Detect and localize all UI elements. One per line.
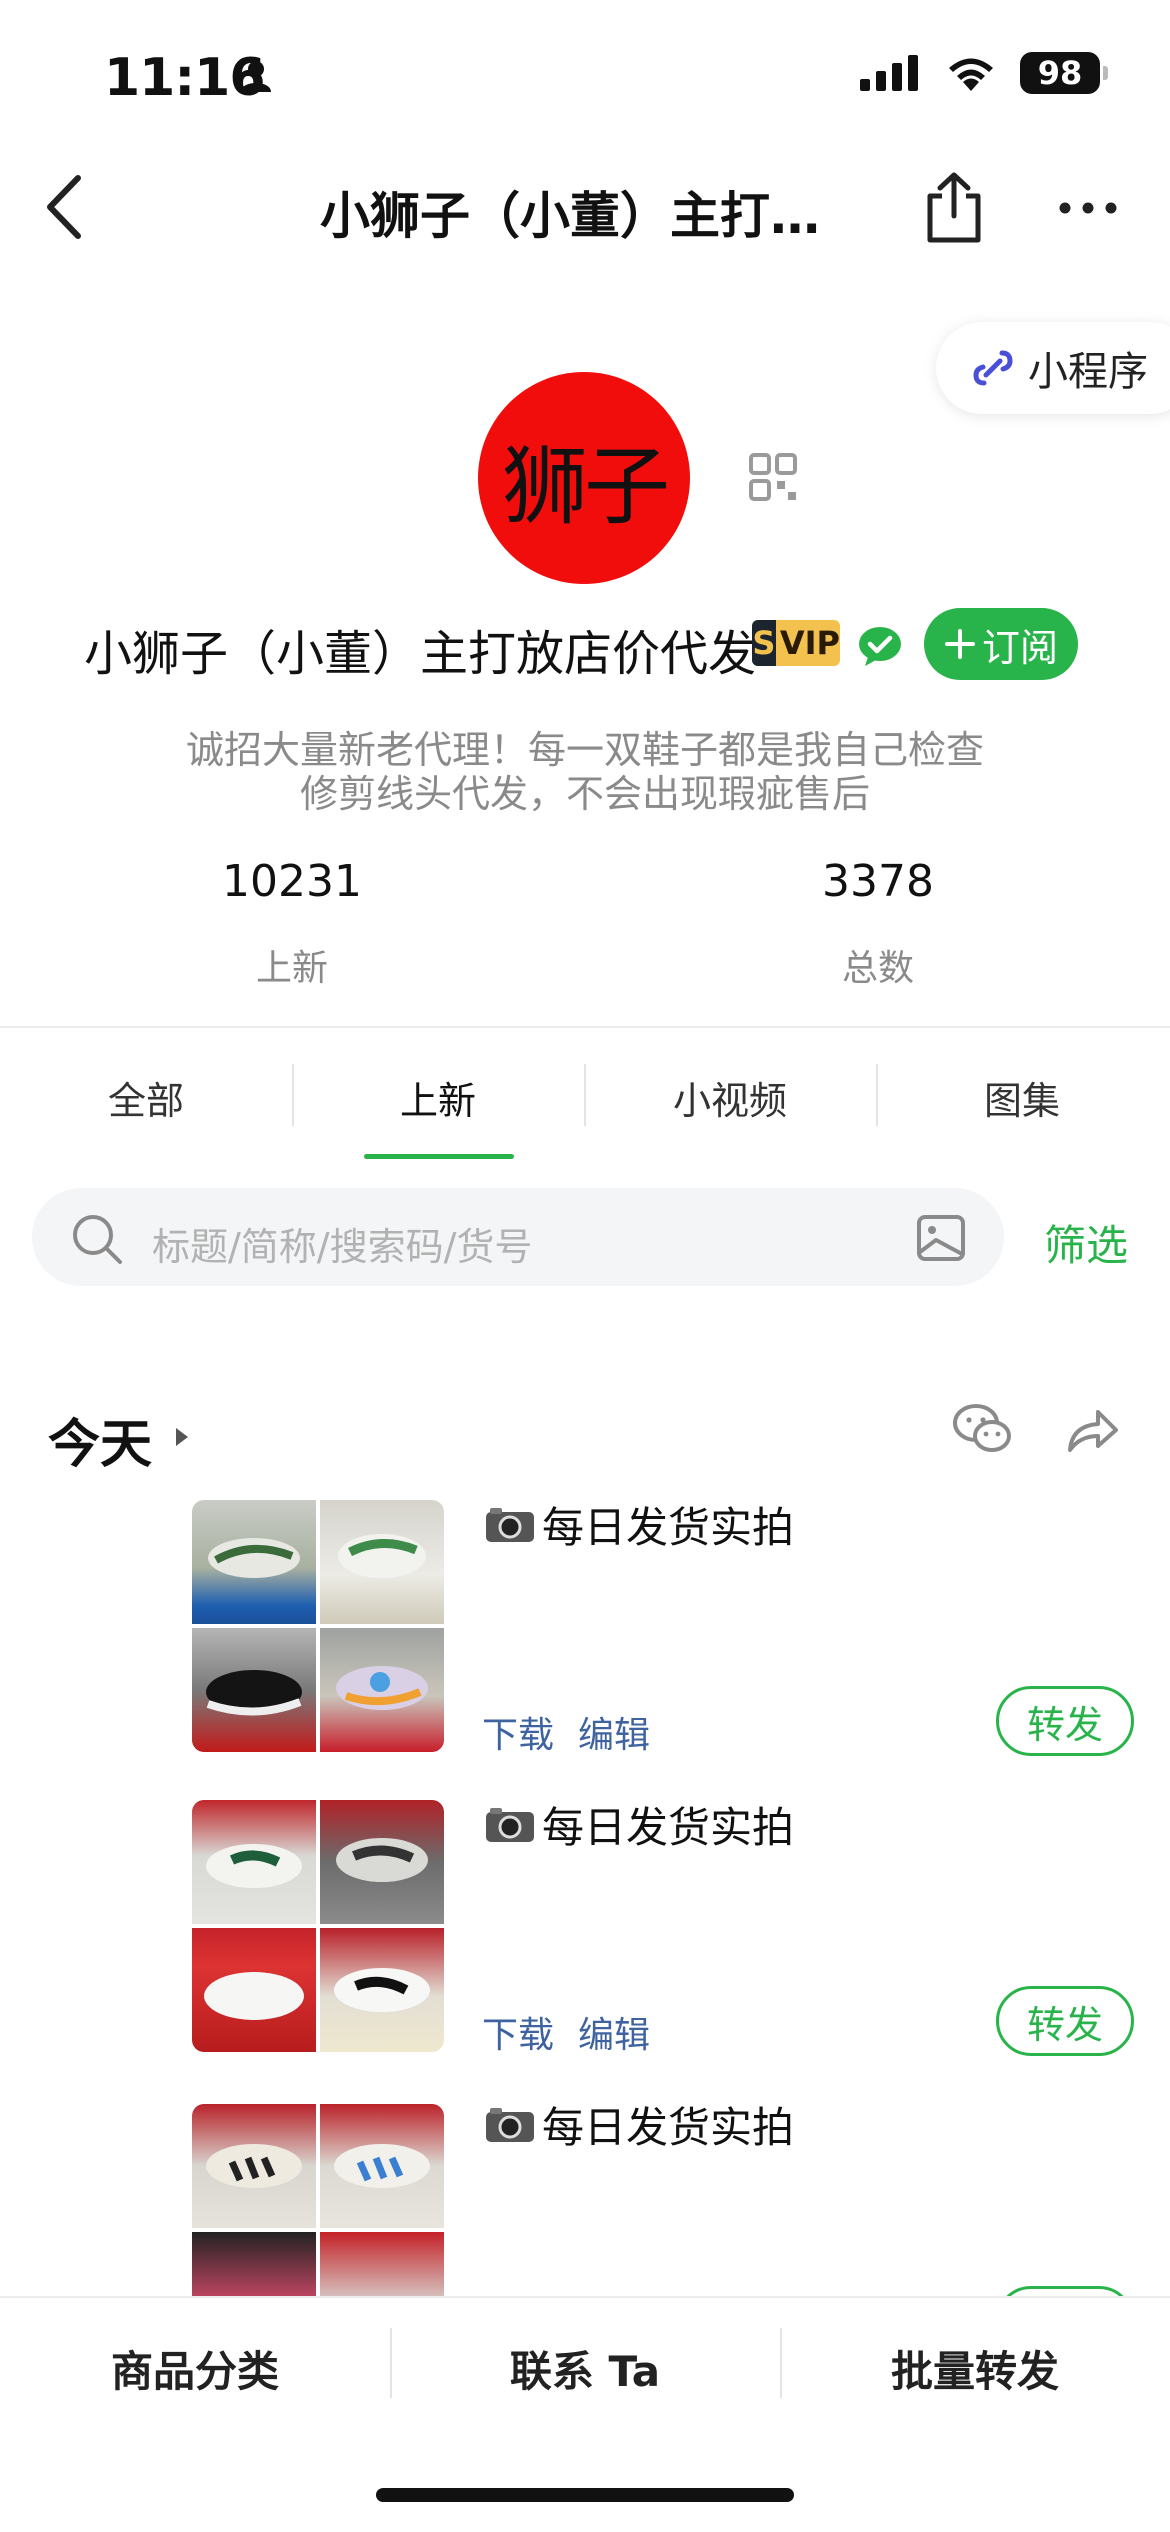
post-title[interactable]: 每日发货实拍 — [484, 1794, 794, 1855]
camera-icon — [486, 2107, 534, 2142]
post-image-grid[interactable] — [192, 1500, 444, 1752]
image-search-button[interactable] — [916, 1214, 966, 1266]
svip-badge-letter: S — [752, 620, 776, 666]
tab-album[interactable]: 图集 — [876, 1070, 1168, 1125]
link-icon — [973, 350, 1013, 386]
battery-indicator: 98 — [1020, 52, 1108, 94]
page-title: 小狮子（小董）主打… — [320, 187, 820, 245]
cellular-signal-icon — [860, 55, 918, 91]
post-title[interactable]: 每日发货实拍 — [484, 1494, 794, 1555]
caret-right-icon[interactable] — [174, 1426, 190, 1452]
download-link[interactable]: 下载 — [482, 2006, 554, 2058]
stat-total-label: 总数 — [841, 948, 914, 989]
forward-button[interactable] — [1064, 1406, 1120, 1460]
tab-short-video[interactable]: 小视频 — [584, 1070, 876, 1125]
post-image-grid[interactable] — [192, 1800, 444, 2052]
sneaker-photo[interactable] — [192, 2104, 316, 2228]
tab-all[interactable]: 全部 — [0, 1070, 292, 1125]
share-icon — [927, 172, 981, 243]
contact-button[interactable]: 联系 Ta — [390, 2338, 780, 2399]
plus-icon — [944, 629, 975, 659]
camera-icon — [486, 1807, 534, 1842]
download-link[interactable]: 下载 — [482, 1706, 554, 1758]
edit-link[interactable]: 编辑 — [578, 2006, 650, 2058]
search-input[interactable]: 标题/简称/搜索码/货号 — [152, 1216, 532, 1271]
shop-name: 小狮子（小董）主打放店价代发 — [84, 626, 757, 682]
mini-program-button[interactable]: 小程序 — [936, 322, 1170, 414]
shop-description-line1: 诚招大量新老代理！每一双鞋子都是我自己检查 — [185, 728, 984, 772]
post-title[interactable]: 每日发货实拍 — [484, 2094, 794, 2155]
shop-avatar[interactable]: 狮子 — [478, 372, 690, 584]
tab-new[interactable]: 上新 — [292, 1070, 584, 1125]
sneaker-photo[interactable] — [192, 1800, 316, 1924]
filter-button[interactable]: 筛选 — [1044, 1212, 1128, 1273]
image-icon — [917, 1215, 965, 1261]
post-title-text: 每日发货实拍 — [542, 2103, 795, 2152]
chevron-left-icon — [47, 175, 81, 239]
category-button[interactable]: 商品分类 — [0, 2338, 390, 2399]
home-indicator[interactable] — [376, 2488, 794, 2502]
sneaker-photo[interactable] — [192, 1928, 316, 2052]
batch-reshare-button[interactable]: 批量转发 — [780, 2338, 1170, 2399]
post-title-text: 每日发货实拍 — [542, 1503, 795, 1552]
sneaker-photo[interactable] — [320, 1928, 444, 2052]
edit-link[interactable]: 编辑 — [578, 1706, 650, 1758]
svip-badge: S VIP — [752, 620, 840, 666]
svip-badge-label: VIP — [779, 624, 840, 662]
mini-program-label: 小程序 — [1028, 349, 1148, 395]
more-button[interactable] — [1058, 200, 1118, 219]
reshare-button[interactable]: 转发 — [996, 1686, 1134, 1756]
sneaker-photo[interactable] — [320, 1500, 444, 1624]
stat-new-value: 10231 — [222, 856, 362, 907]
qr-code-button[interactable] — [748, 452, 798, 506]
wifi-icon — [949, 58, 993, 91]
wechat-share-button[interactable] — [952, 1402, 1012, 1460]
sneaker-photo[interactable] — [192, 1628, 316, 1752]
forward-arrow-icon — [1068, 1410, 1118, 1452]
reshare-button[interactable]: 转发 — [996, 1986, 1134, 2056]
active-tab-indicator — [364, 1154, 514, 1159]
qr-code-icon — [749, 453, 797, 501]
back-button[interactable] — [40, 172, 90, 246]
subscribe-button[interactable]: 订阅 — [924, 608, 1078, 680]
post-title-text: 每日发货实拍 — [542, 1803, 795, 1852]
stat-new[interactable]: 10231 上新 — [142, 856, 442, 991]
stat-total[interactable]: 3378 总数 — [728, 856, 1028, 991]
section-title-today[interactable]: 今天 — [48, 1402, 152, 1477]
shop-description-line2: 修剪线头代发，不会出现瑕疵售后 — [299, 772, 870, 816]
share-button[interactable] — [920, 170, 988, 250]
verified-icon — [856, 624, 904, 672]
more-icon — [1059, 202, 1117, 214]
search-icon — [70, 1212, 124, 1270]
divider — [0, 1026, 1170, 1028]
sneaker-photo[interactable] — [320, 2104, 444, 2228]
status-indicators: 98 — [860, 52, 1108, 94]
sneaker-photo[interactable] — [320, 1628, 444, 1752]
wechat-icon — [953, 1404, 1011, 1452]
subscribe-label: 订阅 — [981, 625, 1058, 670]
stat-new-label: 上新 — [255, 948, 328, 989]
person-icon — [238, 58, 274, 98]
stat-total-value: 3378 — [822, 856, 934, 907]
sneaker-photo[interactable] — [192, 1500, 316, 1624]
sneaker-photo[interactable] — [320, 1800, 444, 1924]
camera-icon — [486, 1507, 534, 1542]
